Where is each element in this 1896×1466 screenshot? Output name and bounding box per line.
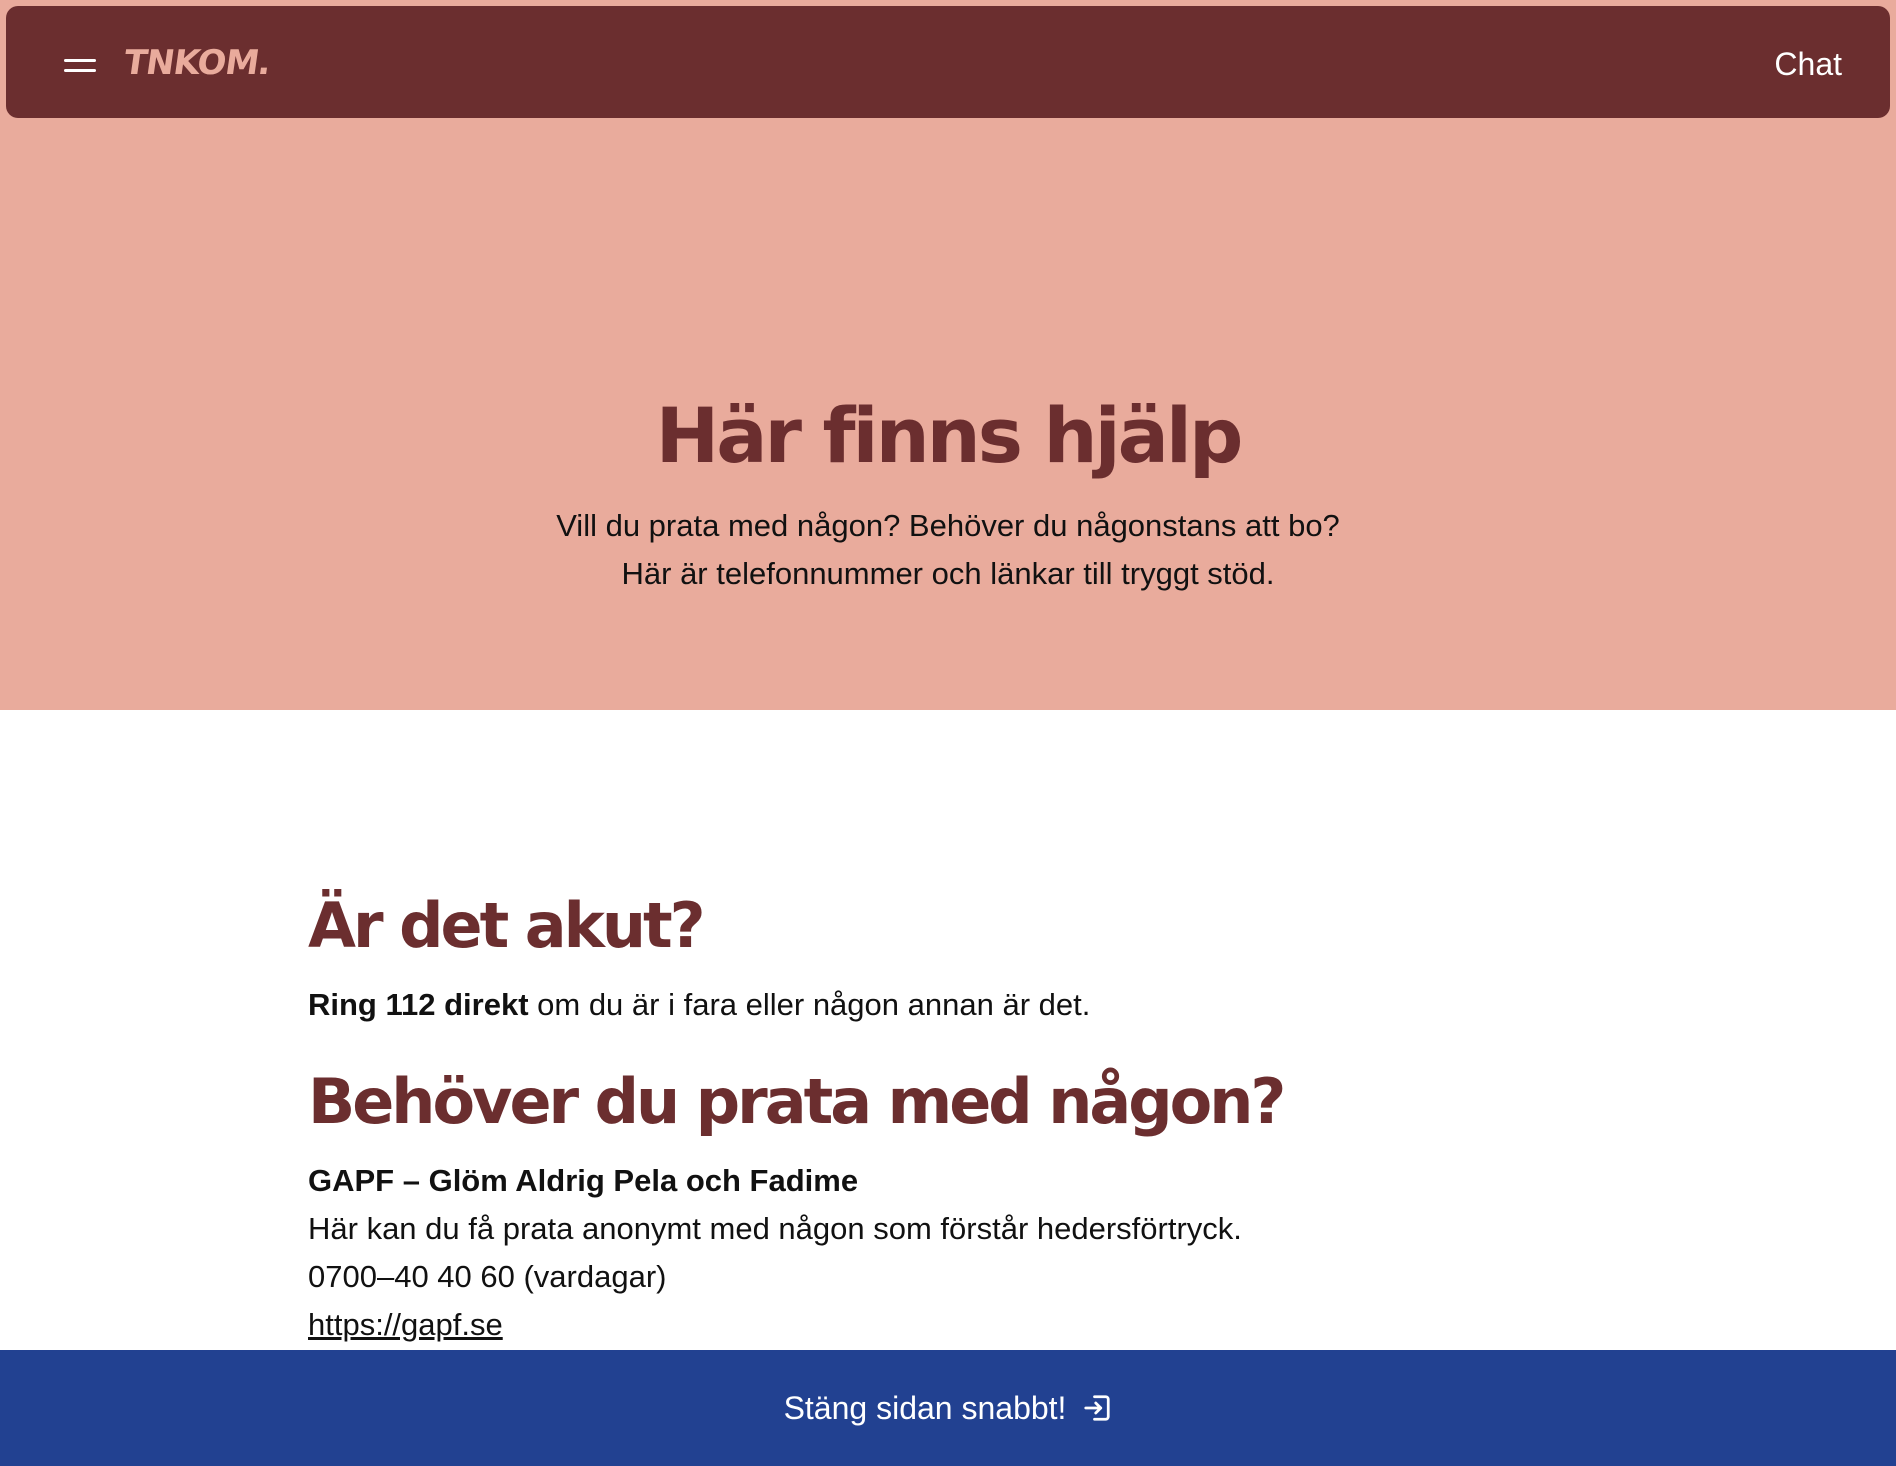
quick-exit-bar[interactable]: Stäng sidan snabbt!	[0, 1350, 1896, 1466]
talk-heading: Behöver du prata med någon?	[308, 1065, 1286, 1138]
urgent-text: Ring 112 direkt om du är i fara eller nå…	[308, 983, 1090, 1027]
hero-subtitle-line-1: Vill du prata med någon? Behöver du någo…	[556, 508, 1340, 543]
hamburger-line-icon	[64, 59, 96, 62]
logo[interactable]: TNKOM.	[120, 38, 273, 88]
urgent-call-text: Ring 112 direkt	[308, 987, 529, 1022]
hamburger-line-icon	[64, 69, 96, 72]
chat-link[interactable]: Chat	[1774, 44, 1842, 84]
urgent-heading: Är det akut?	[308, 889, 706, 962]
page: TNKOM. Chat Här finns hjälp Vill du prat…	[0, 0, 1896, 1466]
org-name: GAPF – Glöm Aldrig Pela och Fadime	[308, 1163, 859, 1198]
org-website-link[interactable]: https://gapf.se	[308, 1307, 503, 1342]
hero-subtitle-line-2: Här är telefonnummer och länkar till try…	[621, 556, 1275, 591]
urgent-rest-text: om du är i fara eller någon annan är det…	[528, 987, 1091, 1022]
org-description: Här kan du få prata anonymt med någon so…	[308, 1211, 1242, 1246]
exit-icon	[1084, 1395, 1111, 1421]
quick-exit-button[interactable]: Stäng sidan snabbt!	[0, 1350, 1896, 1466]
org-link-row: https://gapf.se	[308, 1303, 503, 1347]
page-title: Här finns hjälp	[655, 391, 1244, 480]
top-navbar: TNKOM. Chat	[6, 6, 1890, 118]
hamburger-menu-button[interactable]	[58, 44, 98, 84]
org-phone: 0700–40 40 60 (vardagar)	[308, 1259, 667, 1294]
quick-exit-label: Stäng sidan snabbt!	[783, 1390, 1067, 1426]
